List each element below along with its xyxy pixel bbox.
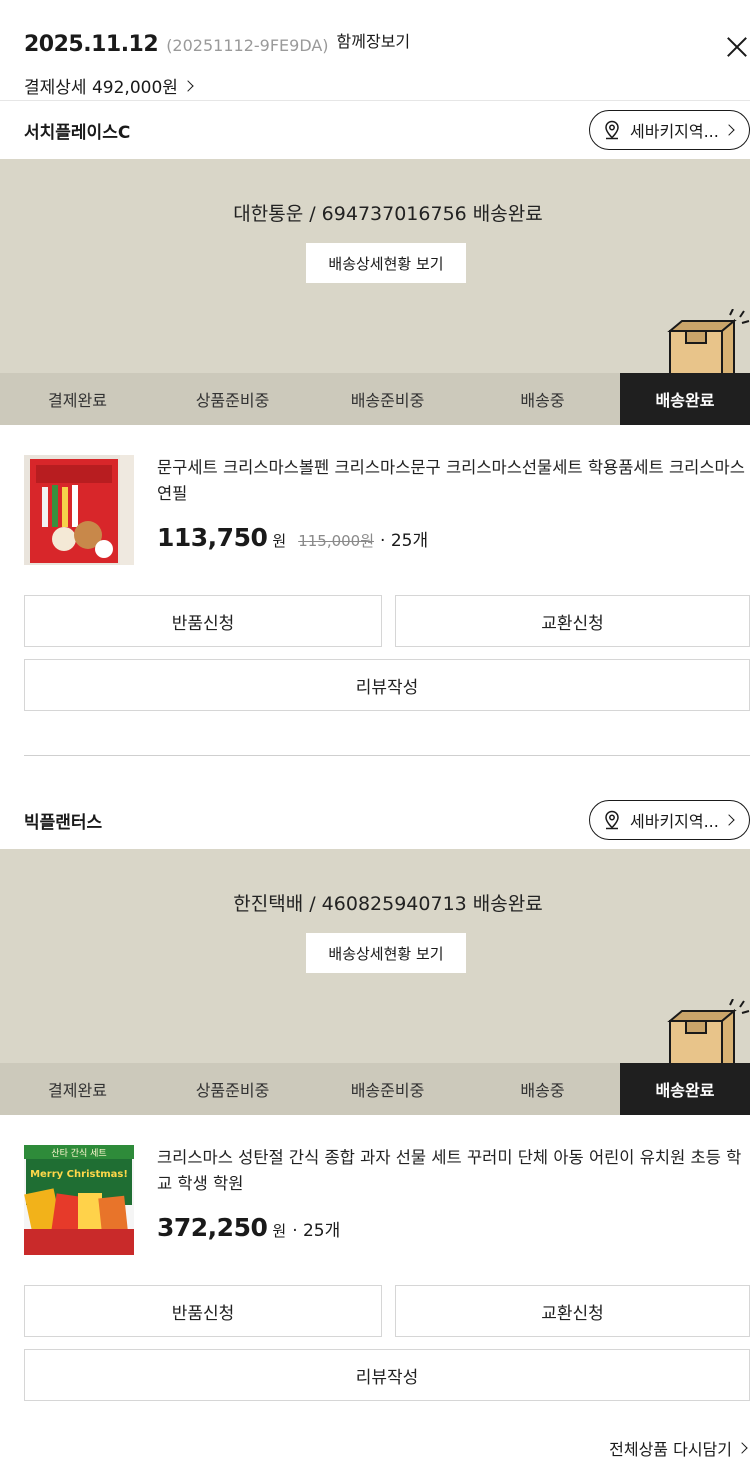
tracking-detail-button[interactable]: 배송상세현황 보기 bbox=[306, 243, 466, 283]
reorder-all-link[interactable]: 전체상품 다시담기 bbox=[609, 1436, 750, 1460]
tracking-panel: 대한통운 / 694737016756 배송완료 배송상세현황 보기 결제완료 … bbox=[0, 159, 750, 425]
original-price: 115,000원 bbox=[298, 532, 375, 550]
seller-row: 서치플레이스C 세바키지역... bbox=[0, 101, 750, 159]
payment-detail-link[interactable]: 결제상세 492,000원 bbox=[24, 73, 194, 98]
stationery-set-image bbox=[24, 455, 134, 565]
seller-name[interactable]: 빅플랜터스 bbox=[24, 808, 102, 833]
location-pin-icon bbox=[605, 810, 619, 830]
chevron-right-icon bbox=[182, 79, 194, 92]
product-quantity: · 25개 bbox=[380, 531, 429, 551]
price-row: 113,750 원 115,000원 · 25개 bbox=[157, 523, 428, 552]
step-in-transit: 배송중 bbox=[520, 1081, 565, 1100]
delivery-steps: 결제완료 상품준비중 배송준비중 배송중 배송완료 bbox=[0, 373, 750, 425]
product-quantity: · 25개 bbox=[292, 1221, 341, 1241]
step-preparing-shipping: 배송준비중 bbox=[350, 1081, 425, 1100]
tracking-info: 대한통운 / 694737016756 배송완료 bbox=[233, 203, 543, 225]
delivery-box-icon bbox=[667, 999, 750, 1065]
write-review-button[interactable]: 리뷰작성 bbox=[24, 1349, 750, 1401]
region-label: 세바키지역... bbox=[630, 812, 719, 831]
delivery-region-button[interactable]: 세바키지역... bbox=[589, 800, 750, 840]
payment-detail-label: 결제상세 492,000원 bbox=[24, 78, 178, 98]
tracking-info: 한진택배 / 460825940713 배송완료 bbox=[233, 893, 543, 915]
step-paid: 결제완료 bbox=[48, 1081, 107, 1100]
chevron-right-icon bbox=[723, 814, 735, 826]
location-pin-icon bbox=[605, 120, 619, 140]
reorder-all-label: 전체상품 다시담기 bbox=[609, 1440, 732, 1459]
delivery-box-icon bbox=[667, 309, 750, 375]
exchange-request-button[interactable]: 교환신청 bbox=[395, 595, 750, 647]
product-price: 113,750 bbox=[157, 523, 268, 552]
return-request-button[interactable]: 반품신청 bbox=[24, 595, 382, 647]
step-in-transit: 배송중 bbox=[520, 391, 565, 410]
order-header: 2025.11.12 (20251112-9FE9DA) 함께장보기 결제상세 … bbox=[0, 0, 750, 101]
price-row: 372,250 원 · 25개 bbox=[157, 1213, 340, 1242]
step-paid: 결제완료 bbox=[48, 391, 107, 410]
section-divider bbox=[24, 755, 750, 756]
exchange-request-button[interactable]: 교환신청 bbox=[395, 1285, 750, 1337]
tracking-panel: 한진택배 / 460825940713 배송완료 배송상세현황 보기 결제완료 … bbox=[0, 849, 750, 1115]
delivery-steps: 결제완료 상품준비중 배송준비중 배송중 배송완료 bbox=[0, 1063, 750, 1115]
shipment-card: 서치플레이스C 세바키지역... 대한통운 / 694737016756 배송완… bbox=[0, 101, 750, 755]
shipment-card: 빅플랜터스 세바키지역... 한진택배 / 460825940713 배송완료 … bbox=[0, 791, 750, 1445]
step-preparing-product: 상품준비중 bbox=[195, 391, 270, 410]
order-title-line: 2025.11.12 (20251112-9FE9DA) 함께장보기 bbox=[24, 32, 410, 57]
step-preparing-shipping: 배송준비중 bbox=[350, 391, 425, 410]
product-item[interactable]: 문구세트 크리스마스볼펜 크리스마스문구 크리스마스선물세트 학용품세트 크리스… bbox=[0, 425, 750, 595]
step-delivered: 배송완료 bbox=[620, 1063, 750, 1115]
chevron-right-icon bbox=[736, 1442, 748, 1454]
return-request-button[interactable]: 반품신청 bbox=[24, 1285, 382, 1337]
product-price: 372,250 bbox=[157, 1213, 268, 1242]
product-thumbnail[interactable]: 산타 간식 세트 Merry Christmas! bbox=[24, 1145, 134, 1255]
chevron-right-icon bbox=[723, 124, 735, 136]
order-actions: 반품신청 교환신청 리뷰작성 bbox=[0, 595, 750, 755]
snack-set-image: 산타 간식 세트 Merry Christmas! bbox=[24, 1145, 134, 1255]
share-shopping-link[interactable]: 함께장보기 bbox=[337, 28, 411, 52]
delivery-region-button[interactable]: 세바키지역... bbox=[589, 110, 750, 150]
currency-unit: 원 bbox=[272, 532, 287, 550]
thumb-banner-text: 산타 간식 세트 bbox=[51, 1148, 106, 1159]
product-thumbnail[interactable] bbox=[24, 455, 134, 565]
product-name[interactable]: 크리스마스 성탄절 간식 종합 과자 선물 세트 꾸러미 단체 아동 어린이 유… bbox=[157, 1145, 747, 1197]
currency-unit: 원 bbox=[272, 1222, 287, 1240]
order-number: (20251112-9FE9DA) bbox=[166, 36, 329, 55]
product-item[interactable]: 산타 간식 세트 Merry Christmas! 크리스마스 성탄절 간식 종… bbox=[0, 1115, 750, 1285]
step-delivered: 배송완료 bbox=[620, 373, 750, 425]
write-review-button[interactable]: 리뷰작성 bbox=[24, 659, 750, 711]
product-name[interactable]: 문구세트 크리스마스볼펜 크리스마스문구 크리스마스선물세트 학용품세트 크리스… bbox=[157, 455, 747, 507]
seller-name[interactable]: 서치플레이스C bbox=[24, 118, 130, 143]
step-preparing-product: 상품준비중 bbox=[195, 1081, 270, 1100]
seller-row: 빅플랜터스 세바키지역... bbox=[0, 791, 750, 849]
order-date: 2025.11.12 bbox=[24, 32, 159, 57]
region-label: 세바키지역... bbox=[630, 122, 719, 141]
tracking-detail-button[interactable]: 배송상세현황 보기 bbox=[306, 933, 466, 973]
close-icon[interactable] bbox=[724, 34, 750, 60]
order-actions: 반품신청 교환신청 리뷰작성 bbox=[0, 1285, 750, 1445]
thumb-merry-text: Merry Christmas! bbox=[30, 1169, 128, 1180]
